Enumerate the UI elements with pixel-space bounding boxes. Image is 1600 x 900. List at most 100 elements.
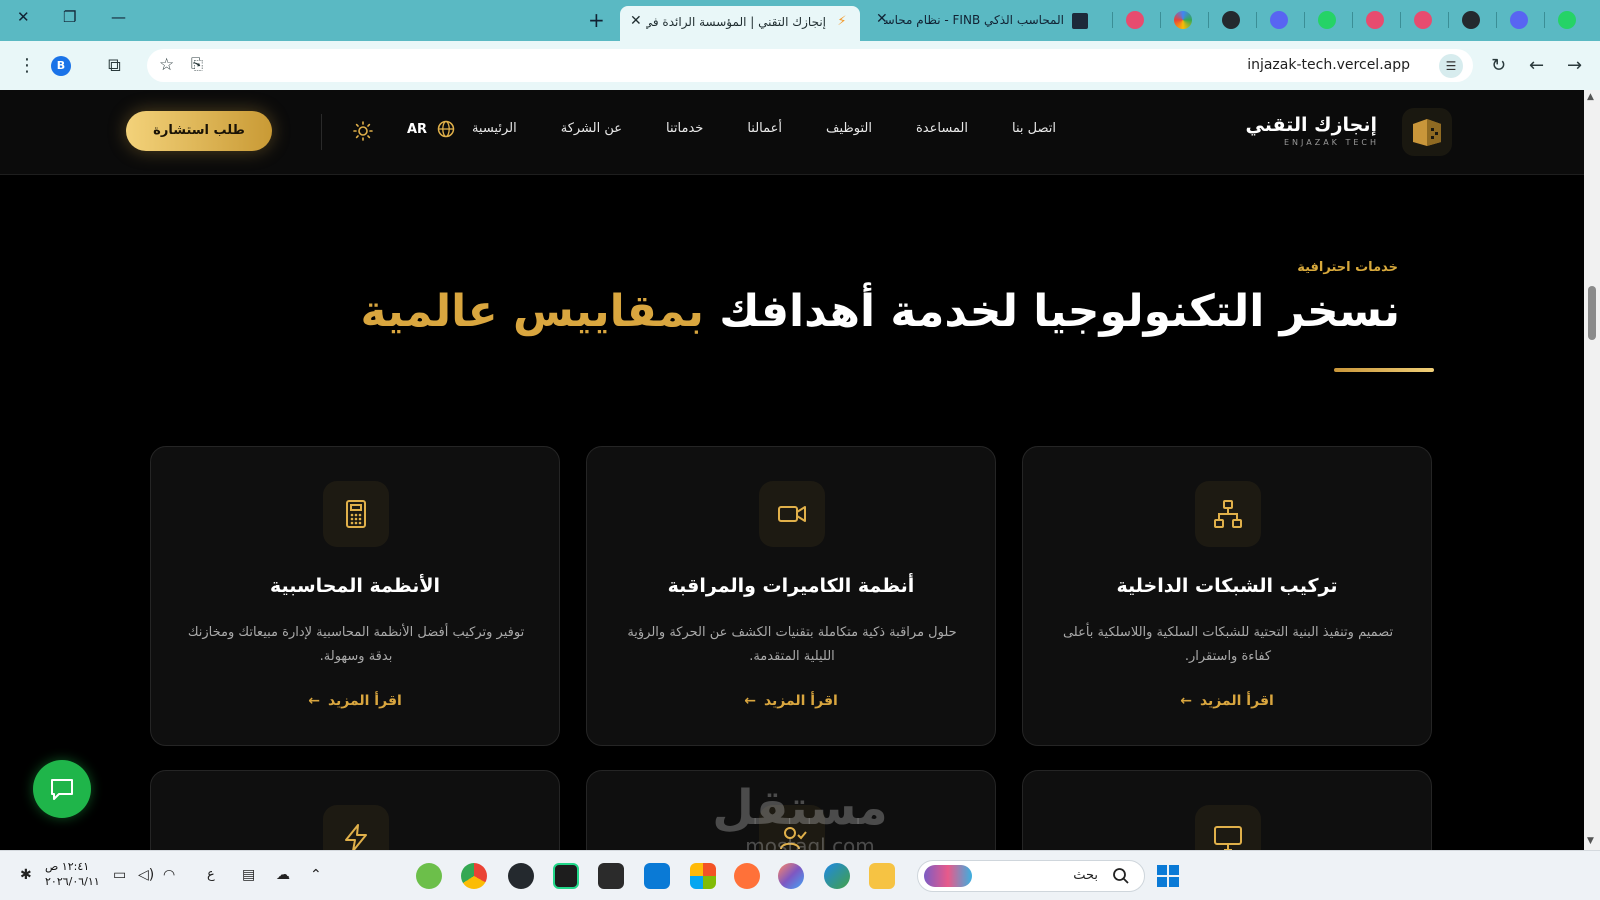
nav-portfolio[interactable]: أعمالنا bbox=[747, 121, 782, 136]
edge-icon[interactable] bbox=[824, 863, 850, 889]
close-window-icon[interactable]: ✕ bbox=[17, 8, 30, 26]
nav-careers[interactable]: التوظيف bbox=[826, 121, 872, 136]
main-nav: الرئيسية عن الشركة خدماتنا أعمالنا التوظ… bbox=[472, 121, 1056, 136]
app-icon[interactable] bbox=[416, 863, 442, 889]
document-favicon-icon bbox=[1072, 13, 1088, 29]
chat-button[interactable] bbox=[33, 760, 91, 818]
minimize-window-icon[interactable]: — bbox=[111, 8, 126, 26]
sun-theme-icon[interactable] bbox=[353, 121, 373, 141]
ms-store-icon[interactable] bbox=[690, 863, 716, 889]
wifi-icon[interactable]: ◠ bbox=[163, 867, 175, 883]
language-code: AR bbox=[407, 121, 428, 137]
terminal-icon[interactable] bbox=[598, 863, 624, 889]
windows-start-icon[interactable] bbox=[1156, 864, 1180, 888]
clock[interactable]: ١٢:٤١ ص ٢٠٢٦/٠٦/١١ bbox=[45, 859, 100, 889]
address-bar[interactable]: ☆ ⎘ injazak-tech.vercel.app ☰ bbox=[147, 49, 1473, 82]
site-settings-icon[interactable]: ☰ bbox=[1439, 54, 1463, 78]
close-tab-icon[interactable]: ✕ bbox=[630, 13, 642, 29]
tab-title: إنجازك التقني | المؤسسة الرائدة في bbox=[646, 15, 826, 29]
service-card-partial[interactable] bbox=[1022, 770, 1432, 850]
pinned-tab-icon[interactable] bbox=[1126, 11, 1144, 29]
discord-pinned-icon[interactable] bbox=[1510, 11, 1528, 29]
tablet-mode-icon[interactable]: ▤ bbox=[242, 867, 255, 883]
tab-separator bbox=[1352, 12, 1353, 28]
scroll-down-icon[interactable]: ▼ bbox=[1587, 836, 1594, 846]
read-more-link[interactable]: اقرأ المزيد ← bbox=[587, 693, 995, 709]
tab-separator bbox=[1304, 12, 1305, 28]
pinned-tab-icon[interactable] bbox=[1366, 11, 1384, 29]
back-arrow-icon[interactable]: ← bbox=[1529, 55, 1544, 76]
search-icon bbox=[1113, 868, 1129, 884]
tab-title: المحاسب الذكي FINB - نظام محاسبي bbox=[884, 13, 1064, 27]
card-icon-box bbox=[1195, 805, 1261, 850]
scroll-thumb[interactable] bbox=[1588, 286, 1596, 340]
read-more-label: اقرأ المزيد bbox=[763, 693, 838, 709]
copilot-icon[interactable] bbox=[778, 863, 804, 889]
url-text[interactable]: injazak-tech.vercel.app bbox=[1247, 57, 1410, 73]
card-icon-box bbox=[323, 481, 389, 547]
pinned-tab-icon[interactable] bbox=[1174, 11, 1192, 29]
chrome-app-icon[interactable] bbox=[461, 863, 487, 889]
nav-home[interactable]: الرئيسية bbox=[472, 121, 517, 136]
clock-time: ١٢:٤١ ص bbox=[45, 860, 90, 873]
profile-avatar[interactable]: B bbox=[51, 56, 71, 76]
whatsapp-pinned-icon[interactable] bbox=[1318, 11, 1336, 29]
vscode-icon[interactable] bbox=[644, 863, 670, 889]
card-icon-box bbox=[1195, 481, 1261, 547]
card-icon-box bbox=[323, 805, 389, 850]
cloud-icon[interactable]: ☁ bbox=[276, 867, 290, 883]
nav-help[interactable]: المساعدة bbox=[916, 121, 968, 136]
clock-date: ٢٠٢٦/٠٦/١١ bbox=[45, 875, 100, 888]
file-explorer-icon[interactable] bbox=[869, 863, 895, 889]
nav-services[interactable]: خدماتنا bbox=[666, 121, 703, 136]
read-more-link[interactable]: اقرأ المزيد ← bbox=[151, 693, 559, 709]
service-card-networks[interactable]: تركيب الشبكات الداخلية تصميم وتنفيذ البن… bbox=[1022, 446, 1432, 746]
watermark-logo: مستقل bbox=[712, 780, 888, 836]
input-language-indicator[interactable]: ع bbox=[207, 867, 215, 882]
tab-second[interactable]: ✕ المحاسب الذكي FINB - نظام محاسبي bbox=[870, 8, 1100, 34]
taskbar-search[interactable]: بحث bbox=[917, 860, 1145, 892]
pycharm-icon[interactable] bbox=[553, 863, 579, 889]
service-card-cameras[interactable]: أنظمة الكاميرات والمراقبة حلول مراقبة ذك… bbox=[586, 446, 996, 746]
headline-white: نسخر التكنولوجيا لخدمة أهدافك bbox=[719, 286, 1400, 337]
card-description: حلول مراقبة ذكية متكاملة بتقنيات الكشف ع… bbox=[627, 625, 957, 664]
read-more-link[interactable]: اقرأ المزيد ← bbox=[1023, 693, 1431, 709]
restore-window-icon[interactable]: ❐ bbox=[63, 8, 76, 26]
forward-arrow-icon[interactable]: → bbox=[1567, 55, 1582, 76]
tab-separator bbox=[1112, 12, 1113, 28]
menu-kebab-icon[interactable]: ⋮ bbox=[18, 55, 36, 76]
logo-mark[interactable] bbox=[1402, 108, 1452, 156]
nav-about[interactable]: عن الشركة bbox=[561, 121, 622, 136]
extensions-icon[interactable]: ⧉ bbox=[108, 55, 121, 76]
pinned-tab-icon[interactable] bbox=[1414, 11, 1432, 29]
tab-active[interactable]: ✕ إنجازك التقني | المؤسسة الرائدة في ⚡ bbox=[620, 6, 860, 41]
tab-separator bbox=[1496, 12, 1497, 28]
translate-icon[interactable]: ⎘ bbox=[191, 55, 203, 73]
scroll-up-icon[interactable]: ▲ bbox=[1587, 92, 1594, 102]
github-pinned-icon[interactable] bbox=[1462, 11, 1480, 29]
language-switcher[interactable]: AR bbox=[407, 120, 455, 138]
read-more-label: اقرأ المزيد bbox=[1199, 693, 1274, 709]
service-card-partial[interactable] bbox=[150, 770, 560, 850]
camera-icon bbox=[778, 506, 806, 522]
logo-text-ar[interactable]: إنجازك التقني bbox=[1246, 114, 1378, 136]
nav-contact[interactable]: اتصل بنا bbox=[1012, 121, 1056, 136]
chat-bubble-icon bbox=[51, 779, 73, 800]
github-desktop-icon[interactable] bbox=[508, 863, 534, 889]
battery-icon[interactable]: ▭ bbox=[113, 867, 126, 883]
page-scrollbar[interactable]: ▲ ▼ bbox=[1584, 90, 1600, 850]
request-consultation-button[interactable]: طلب استشارة bbox=[126, 111, 272, 151]
reload-icon[interactable]: ↻ bbox=[1491, 55, 1506, 76]
new-tab-button[interactable]: + bbox=[588, 8, 605, 32]
github-pinned-icon[interactable] bbox=[1222, 11, 1240, 29]
bookmark-star-icon[interactable]: ☆ bbox=[159, 55, 174, 75]
chevron-up-icon[interactable]: ⌃ bbox=[310, 867, 322, 883]
service-card-accounting[interactable]: الأنظمة المحاسبية توفير وتركيب أفضل الأن… bbox=[150, 446, 560, 746]
volume-icon[interactable]: ◁) bbox=[138, 867, 154, 883]
headline-underline bbox=[1334, 368, 1434, 372]
firefox-icon[interactable] bbox=[734, 863, 760, 889]
notification-icon[interactable]: ✱ bbox=[20, 867, 32, 883]
discord-pinned-icon[interactable] bbox=[1270, 11, 1288, 29]
tab-separator bbox=[1400, 12, 1401, 28]
whatsapp-pinned-icon[interactable] bbox=[1558, 11, 1576, 29]
